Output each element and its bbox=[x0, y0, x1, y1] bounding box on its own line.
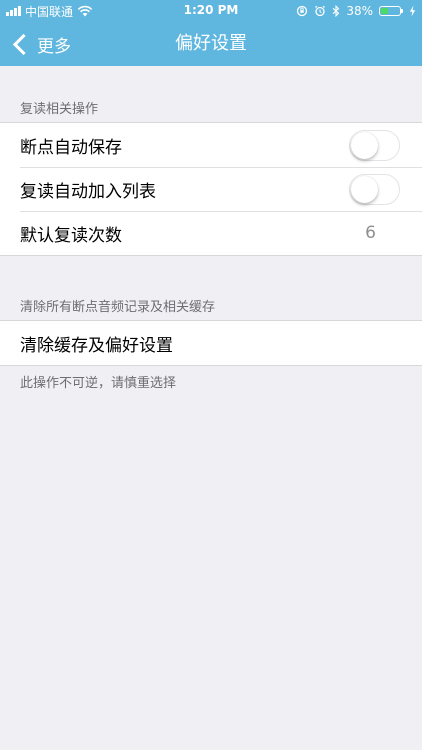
status-right: 38% bbox=[296, 3, 416, 19]
status-bar: 中国联通 1:20 PM 38% bbox=[0, 0, 422, 22]
irreversible-warning: 此操作不可逆，请慎重选择 bbox=[20, 376, 177, 391]
auto-add-to-list-toggle[interactable] bbox=[349, 174, 400, 205]
toggle-knob bbox=[351, 132, 378, 159]
battery-cap bbox=[401, 9, 403, 13]
battery-percent: 38% bbox=[346, 4, 373, 18]
page-title: 偏好设置 bbox=[175, 33, 247, 54]
battery-fill bbox=[381, 8, 388, 14]
row-label: 默认复读次数 bbox=[20, 225, 122, 246]
top-bar: 中国联通 1:20 PM 38% 更多 偏好设置 bbox=[0, 0, 422, 66]
row-breakpoint-autosave: 断点自动保存 bbox=[0, 123, 422, 167]
row-label: 清除缓存及偏好设置 bbox=[20, 335, 173, 356]
section-header-repeat: 复读相关操作 bbox=[20, 102, 99, 117]
repeat-count-value: 6 bbox=[365, 223, 376, 243]
toggle-knob bbox=[351, 176, 378, 203]
repeat-settings-group: 断点自动保存 复读自动加入列表 默认复读次数 6 bbox=[0, 122, 422, 256]
battery-icon bbox=[379, 6, 401, 16]
clear-cache-group: 清除缓存及偏好设置 bbox=[0, 320, 422, 366]
row-default-repeat-count[interactable]: 默认复读次数 6 bbox=[0, 211, 422, 255]
orientation-lock-icon bbox=[297, 5, 308, 17]
breakpoint-autosave-toggle[interactable] bbox=[349, 130, 400, 161]
bluetooth-icon bbox=[332, 5, 340, 17]
clear-cache-and-preferences-button[interactable]: 清除缓存及偏好设置 bbox=[0, 321, 422, 365]
section-header-clear: 清除所有断点音频记录及相关缓存 bbox=[20, 300, 216, 315]
row-auto-add-to-list: 复读自动加入列表 bbox=[0, 167, 422, 211]
preferences-screen: 中国联通 1:20 PM 38% 更多 偏好设置 复读相关操作 断点自动保存 复… bbox=[0, 0, 422, 750]
navigation-bar: 更多 偏好设置 bbox=[0, 22, 422, 66]
alarm-icon bbox=[315, 5, 326, 17]
charging-icon bbox=[409, 5, 416, 17]
